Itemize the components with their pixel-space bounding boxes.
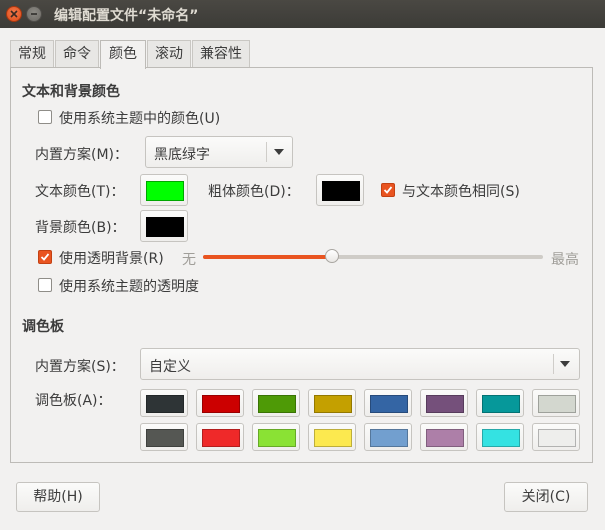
palette-color-swatch	[258, 429, 296, 447]
tab-compatibility[interactable]: 兼容性	[192, 40, 250, 67]
builtin-scheme-value: 黑底绿字	[154, 147, 210, 163]
tab-command[interactable]: 命令	[55, 40, 99, 67]
combo-divider	[553, 354, 554, 374]
tab-general[interactable]: 常规	[10, 40, 54, 67]
palette-color-swatch	[482, 395, 520, 413]
palette-color-swatch	[146, 395, 184, 413]
palette-scheme-combo[interactable]: 自定义	[140, 348, 580, 380]
transparent-bg-checkbox[interactable]	[38, 250, 52, 264]
palette-color-swatch	[314, 429, 352, 447]
bold-color-label: 粗体颜色(D)：	[208, 184, 300, 200]
use-theme-colors-label: 使用系统主题中的颜色(U)	[59, 111, 221, 127]
text-color-button[interactable]	[140, 174, 188, 206]
palette-color-button[interactable]	[252, 423, 300, 451]
palette-scheme-label: 内置方案(S)：	[35, 359, 125, 375]
palette-color-swatch	[314, 395, 352, 413]
combo-divider	[266, 142, 267, 162]
palette-color-button[interactable]	[364, 389, 412, 417]
palette-color-button[interactable]	[140, 389, 188, 417]
use-theme-transparency-checkbox[interactable]	[38, 278, 52, 292]
palette-color-swatch	[146, 429, 184, 447]
close-icon	[10, 10, 18, 18]
palette-color-swatch	[370, 429, 408, 447]
palette-color-swatch	[426, 395, 464, 413]
palette-color-button[interactable]	[308, 423, 356, 451]
palette-color-button[interactable]	[420, 423, 468, 451]
palette-color-button[interactable]	[140, 423, 188, 451]
tab-colors[interactable]: 颜色	[100, 40, 146, 69]
palette-color-swatch	[538, 429, 576, 447]
window-minimize-button[interactable]	[26, 6, 42, 22]
bg-color-button[interactable]	[140, 210, 188, 242]
palette-color-swatch	[482, 429, 520, 447]
palette-color-button[interactable]	[476, 423, 524, 451]
transparency-slider[interactable]	[203, 249, 543, 263]
text-bg-heading: 文本和背景颜色	[22, 84, 120, 100]
palette-color-swatch	[258, 395, 296, 413]
palette-color-button[interactable]	[476, 389, 524, 417]
use-theme-colors-checkbox[interactable]	[38, 110, 52, 124]
title-bar: 编辑配置文件“未命名”	[0, 0, 605, 28]
window-close-button[interactable]	[6, 6, 22, 22]
palette-color-swatch	[426, 429, 464, 447]
slider-max-label: 最高	[551, 252, 579, 268]
transparency-slider-fill	[203, 255, 333, 259]
palette-color-button[interactable]	[196, 423, 244, 451]
chevron-down-icon	[560, 361, 570, 367]
palette-label: 调色板(A)：	[35, 393, 112, 409]
palette-color-button[interactable]	[308, 389, 356, 417]
palette-heading: 调色板	[22, 319, 64, 335]
window-title: 编辑配置文件“未命名”	[54, 8, 199, 24]
minimize-icon	[31, 13, 37, 15]
palette-color-button[interactable]	[252, 389, 300, 417]
palette-color-button[interactable]	[532, 389, 580, 417]
checkmark-icon	[383, 186, 393, 194]
same-as-text-label: 与文本颜色相同(S)	[402, 184, 520, 200]
bg-color-swatch	[146, 217, 184, 237]
palette-color-swatch	[370, 395, 408, 413]
text-color-swatch	[146, 181, 184, 201]
text-color-label: 文本颜色(T)：	[35, 184, 125, 200]
palette-color-button[interactable]	[196, 389, 244, 417]
palette-color-button[interactable]	[420, 389, 468, 417]
palette-color-button[interactable]	[364, 423, 412, 451]
help-button[interactable]: 帮助(H)	[16, 482, 100, 512]
bold-color-button[interactable]	[316, 174, 364, 206]
bold-color-swatch	[322, 181, 360, 201]
chevron-down-icon	[274, 149, 284, 155]
palette-color-swatch	[202, 395, 240, 413]
palette-color-swatch	[202, 429, 240, 447]
palette-scheme-value: 自定义	[149, 359, 191, 375]
same-as-text-checkbox[interactable]	[381, 183, 395, 197]
close-button[interactable]: 关闭(C)	[504, 482, 588, 512]
palette-color-button[interactable]	[532, 423, 580, 451]
checkmark-icon	[40, 253, 50, 261]
bg-color-label: 背景颜色(B)：	[35, 220, 126, 236]
builtin-scheme-combo[interactable]: 黑底绿字	[145, 136, 293, 168]
transparent-bg-label: 使用透明背景(R)	[59, 251, 164, 267]
slider-min-label: 无	[182, 252, 196, 268]
use-theme-transparency-label: 使用系统主题的透明度	[59, 279, 199, 295]
tab-scrolling[interactable]: 滚动	[147, 40, 191, 67]
builtin-scheme-label: 内置方案(M)：	[35, 147, 129, 163]
palette-color-swatch	[538, 395, 576, 413]
